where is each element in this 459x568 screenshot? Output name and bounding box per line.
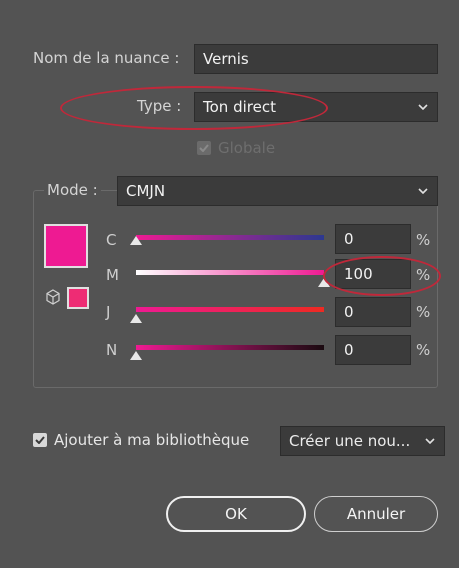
channel-n-slider[interactable] [136,345,324,350]
chevron-down-icon [424,427,436,455]
channel-c-slider[interactable] [136,235,324,240]
channel-n-thumb[interactable] [130,351,142,360]
chevron-down-icon [417,93,429,121]
channel-c-thumb[interactable] [130,236,142,245]
channel-m-slider[interactable] [136,270,324,275]
chevron-down-icon [417,177,429,205]
type-dropdown[interactable]: Ton direct [194,92,438,122]
channel-j-slider[interactable] [136,307,324,312]
library-dropdown[interactable]: Créer une nou... [280,426,445,456]
channel-n-input[interactable]: 0 [335,335,411,365]
type-value: Ton direct [203,98,276,116]
type-label: Type : [137,97,182,115]
swatch-name-input[interactable]: Vernis [194,44,438,74]
channel-j-unit: % [416,303,431,321]
channel-n-label: N [106,341,118,359]
add-to-library-checkbox[interactable] [33,433,47,447]
add-to-library-label: Ajouter à ma bibliothèque [54,431,250,449]
channel-c-label: C [106,231,117,249]
ok-button[interactable]: OK [166,496,306,532]
mode-value: CMJN [126,182,166,200]
swatch-name-label: Nom de la nuance : [33,49,180,67]
channel-j-label: J [106,303,111,321]
web-safe-swatch[interactable] [67,287,89,309]
channel-m-thumb[interactable] [318,278,330,287]
channel-c-input[interactable]: 0 [335,224,411,254]
color-preview-swatch [44,224,88,268]
channel-m-input[interactable]: 100 [335,259,411,289]
global-checkbox[interactable] [197,141,211,155]
channel-m-unit: % [416,266,431,284]
global-label: Globale [218,139,276,157]
channel-n-unit: % [416,341,431,359]
library-dropdown-value: Créer une nou... [289,432,411,450]
channel-j-thumb[interactable] [130,314,142,323]
swatch-options-dialog: Nom de la nuance : Vernis Type : Ton dir… [0,0,459,568]
cancel-button[interactable]: Annuler [314,496,438,532]
channel-m-label: M [106,266,119,284]
mode-dropdown[interactable]: CMJN [117,176,438,206]
cube-icon[interactable] [46,289,60,309]
channel-j-input[interactable]: 0 [335,297,411,327]
mode-label: Mode : [44,181,101,199]
channel-c-unit: % [416,231,431,249]
